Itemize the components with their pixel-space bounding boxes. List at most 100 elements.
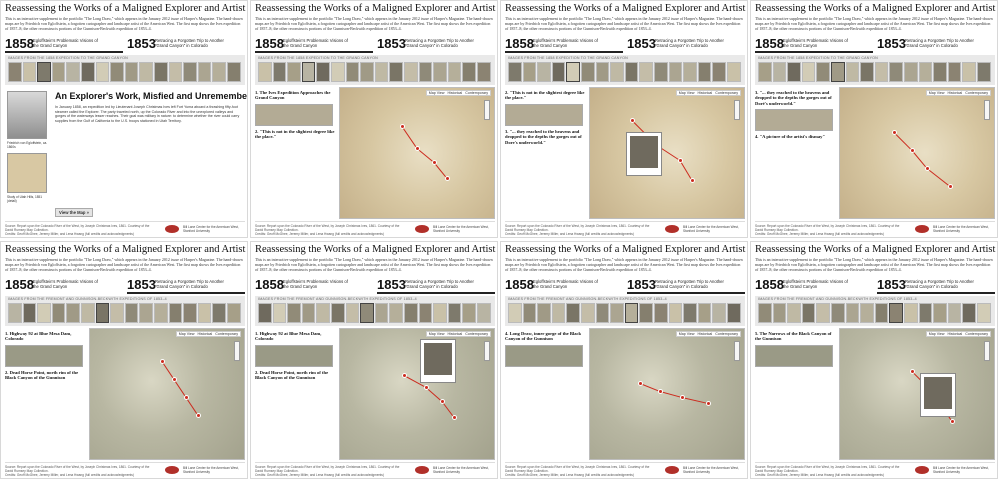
contemporary-option[interactable]: Contemporary — [715, 332, 738, 336]
map-marker[interactable] — [910, 148, 915, 153]
thumbnail[interactable] — [639, 62, 653, 82]
map-marker[interactable] — [630, 118, 635, 123]
thumbnail[interactable] — [345, 303, 360, 323]
thumbnail[interactable] — [816, 62, 830, 82]
thumbnail[interactable] — [772, 303, 787, 323]
map-view[interactable]: Map View Historical Contemporary — [89, 328, 245, 460]
thumbnail[interactable] — [947, 303, 962, 323]
nav-1853[interactable]: 1853 Retracing a Forgotten Trip to Anothe… — [877, 35, 995, 53]
thumbnail[interactable] — [51, 303, 66, 323]
contemporary-option[interactable]: Contemporary — [965, 91, 988, 95]
thumbnail[interactable] — [124, 62, 139, 82]
thumbnail[interactable] — [874, 62, 889, 82]
thumbnail[interactable] — [551, 62, 566, 82]
thumbnail[interactable] — [8, 303, 22, 323]
nav-1853[interactable]: 1853 Retracing a Forgotten Trip to Anothe… — [127, 35, 245, 53]
thumbnail[interactable] — [139, 303, 153, 323]
map-marker[interactable] — [680, 395, 685, 400]
thumbnail[interactable] — [22, 62, 37, 82]
thumbnail[interactable] — [595, 303, 610, 323]
thumbnail[interactable] — [331, 303, 345, 323]
thumbnail[interactable] — [522, 62, 537, 82]
thumbnail[interactable] — [360, 62, 374, 82]
thumbnail[interactable] — [933, 303, 947, 323]
thumbnail[interactable] — [66, 62, 80, 82]
zoom-control[interactable] — [984, 100, 990, 120]
nav-1858[interactable]: 1858 Egloffstein's Problematic Visions of… — [5, 35, 123, 53]
map-view[interactable]: Map View Historical Contemporary — [589, 328, 745, 460]
thumbnail[interactable] — [845, 62, 860, 82]
historical-option[interactable]: Historical — [697, 332, 712, 336]
thumbnail[interactable] — [316, 62, 330, 82]
thumbnail[interactable] — [8, 62, 22, 82]
map-marker[interactable] — [678, 158, 683, 163]
thumbnail[interactable] — [389, 303, 403, 323]
thumbnail[interactable] — [447, 303, 462, 323]
nav-1853[interactable]: 1853 Retracing a Forgotten Trip to Anothe… — [127, 276, 245, 294]
thumbnail[interactable] — [904, 303, 918, 323]
thumbnail[interactable] — [154, 303, 168, 323]
map-marker[interactable] — [432, 160, 437, 165]
thumbnail[interactable] — [183, 62, 197, 82]
thumbnail[interactable] — [227, 62, 241, 82]
thumbnail[interactable] — [81, 303, 95, 323]
thumbnail[interactable] — [37, 62, 51, 82]
map-marker[interactable] — [948, 184, 953, 189]
thumbnail[interactable] — [977, 303, 991, 323]
map-marker[interactable] — [400, 124, 405, 129]
thumbnail[interactable] — [566, 62, 580, 82]
historical-option[interactable]: Historical — [947, 91, 962, 95]
thumbnail[interactable] — [477, 62, 491, 82]
thumbnail[interactable] — [787, 303, 801, 323]
thumbnail[interactable] — [537, 62, 551, 82]
thumbnail[interactable] — [508, 303, 522, 323]
nav-1858[interactable]: 1858 Egloffstein's Problematic Visions of… — [755, 35, 873, 53]
thumbnail[interactable] — [860, 62, 874, 82]
map-view-toggle[interactable]: Map View Historical Contemporary — [925, 90, 991, 96]
thumbnail[interactable] — [787, 62, 801, 82]
map-marker[interactable] — [706, 401, 711, 406]
map-marker[interactable] — [440, 399, 445, 404]
thumbnail[interactable] — [212, 303, 226, 323]
view-map-button[interactable]: View the Map » — [55, 208, 93, 217]
thumbnail[interactable] — [418, 303, 433, 323]
thumbnail[interactable] — [301, 303, 316, 323]
thumbnail[interactable] — [81, 62, 95, 82]
nav-1858[interactable]: 1858 Egloffstein's Problematic Visions of… — [505, 276, 623, 294]
thumbnail[interactable] — [197, 303, 212, 323]
thumbnail[interactable] — [610, 62, 624, 82]
thumbnail[interactable] — [418, 62, 433, 82]
thumbnail[interactable] — [816, 303, 830, 323]
thumbnail[interactable] — [654, 303, 668, 323]
map-marker[interactable] — [950, 419, 955, 424]
nav-1853[interactable]: 1853 Retracing a Forgotten Trip to Anothe… — [377, 276, 495, 294]
nav-1853[interactable]: 1853 Retracing a Forgotten Trip to Anothe… — [377, 35, 495, 53]
thumbnail[interactable] — [331, 62, 345, 82]
thumbnail[interactable] — [537, 303, 551, 323]
thumbnail[interactable] — [404, 303, 418, 323]
map-view[interactable]: Map View Historical Contemporary — [839, 328, 995, 460]
thumbnail[interactable] — [595, 62, 610, 82]
thumbnail[interactable] — [639, 303, 653, 323]
historical-option[interactable]: Historical — [697, 91, 712, 95]
nav-1853[interactable]: 1853 Retracing a Forgotten Trip to Anothe… — [627, 276, 745, 294]
thumbnail[interactable] — [683, 62, 697, 82]
thumbnail[interactable] — [697, 303, 712, 323]
zoom-control[interactable] — [984, 341, 990, 361]
map-view[interactable]: Map View Historical Contemporary — [339, 87, 495, 219]
thumbnail[interactable] — [508, 62, 522, 82]
map-marker[interactable] — [424, 385, 429, 390]
thumbnail[interactable] — [918, 303, 933, 323]
thumbnail[interactable] — [889, 303, 903, 323]
thumbnail[interactable] — [904, 62, 918, 82]
thumbnail[interactable] — [712, 62, 726, 82]
map-view-toggle[interactable]: Map View Historical Contemporary — [675, 331, 741, 337]
thumbnail[interactable] — [462, 62, 476, 82]
thumbnail[interactable] — [845, 303, 860, 323]
thumbnail[interactable] — [197, 62, 212, 82]
thumbnail[interactable] — [860, 303, 874, 323]
thumbnail[interactable] — [962, 62, 976, 82]
thumbnail[interactable] — [110, 303, 124, 323]
map-marker[interactable] — [172, 377, 177, 382]
thumbnail[interactable] — [697, 62, 712, 82]
